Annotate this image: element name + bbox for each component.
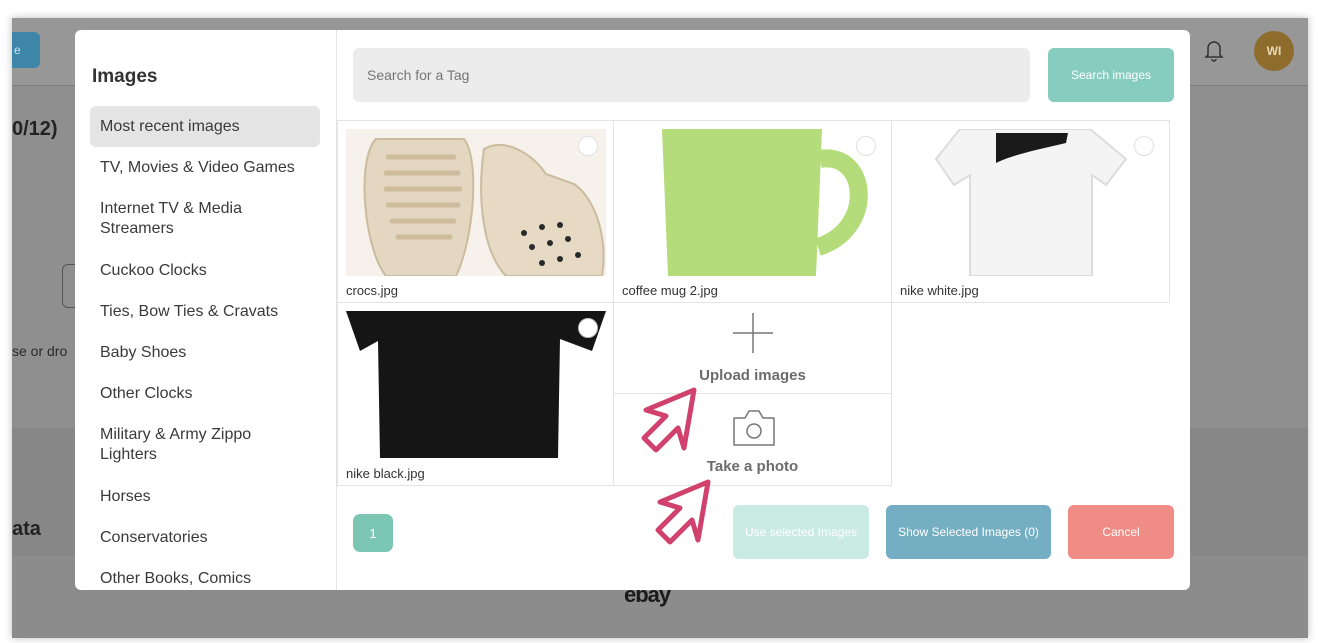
category-item-other-books[interactable]: Other Books, Comics — [90, 558, 320, 590]
category-item-most-recent[interactable]: Most recent images — [90, 106, 320, 147]
coffee-mug-image — [622, 129, 884, 276]
white-tshirt-image — [900, 129, 1162, 276]
image-picker-modal: Images Most recent images TV, Movies & V… — [75, 30, 1190, 590]
upload-images-label: Upload images — [699, 367, 806, 384]
image-filename: coffee mug 2.jpg — [622, 283, 718, 298]
black-tshirt-image — [346, 311, 606, 458]
bell-icon[interactable] — [1204, 38, 1224, 62]
select-checkbox[interactable] — [578, 136, 598, 156]
background-drop-text: se or dro — [12, 343, 68, 359]
category-item-conservatories[interactable]: Conservatories — [90, 517, 320, 558]
image-filename: crocs.jpg — [346, 283, 399, 298]
category-list: Most recent images TV, Movies & Video Ga… — [90, 106, 320, 590]
crocs-image — [346, 129, 606, 276]
category-item-ties[interactable]: Ties, Bow Ties & Cravats — [90, 291, 320, 332]
search-images-button[interactable]: Search images — [1048, 48, 1174, 102]
category-item-horses[interactable]: Horses — [90, 476, 320, 517]
avatar[interactable]: WI — [1254, 31, 1294, 71]
category-item-other-clocks[interactable]: Other Clocks — [90, 373, 320, 414]
image-tile-nike-white[interactable]: nike white.jpg — [891, 120, 1170, 303]
background-page-title: 0/12) — [12, 118, 58, 140]
background-data-heading: ata — [12, 518, 41, 540]
image-filename: nike black.jpg — [346, 466, 425, 481]
category-item-internet-tv[interactable]: Internet TV & Media Streamers — [90, 188, 320, 250]
upload-images-button[interactable]: Upload images — [613, 302, 892, 394]
category-item-military-zippo[interactable]: Military & Army Zippo Lighters — [90, 414, 320, 476]
cancel-button[interactable]: Cancel — [1068, 505, 1174, 559]
select-checkbox[interactable] — [856, 136, 876, 156]
take-photo-button[interactable]: Take a photo — [613, 393, 892, 486]
show-selected-images-button[interactable]: Show Selected Images (0) — [886, 505, 1051, 559]
use-selected-images-button[interactable]: Use selected Images — [733, 505, 869, 559]
select-checkbox[interactable] — [1134, 136, 1154, 156]
category-sidebar: Images Most recent images TV, Movies & V… — [75, 30, 337, 590]
take-photo-label: Take a photo — [706, 458, 799, 475]
background-top-button[interactable]: e — [12, 32, 40, 68]
camera-icon — [733, 410, 775, 446]
plus-icon — [733, 313, 773, 353]
image-tile-coffee-mug[interactable]: coffee mug 2.jpg — [613, 120, 892, 303]
category-item-tv-movies[interactable]: TV, Movies & Video Games — [90, 147, 320, 188]
tag-search-input[interactable] — [353, 48, 1030, 102]
pagination-page-1[interactable]: 1 — [353, 514, 393, 552]
select-checkbox[interactable] — [578, 318, 598, 338]
image-filename: nike white.jpg — [900, 283, 979, 298]
modal-heading: Images — [92, 66, 158, 87]
category-item-cuckoo-clocks[interactable]: Cuckoo Clocks — [90, 250, 320, 291]
image-tile-crocs[interactable]: crocs.jpg — [337, 120, 614, 303]
image-tile-nike-black[interactable]: nike black.jpg — [337, 302, 614, 486]
category-item-baby-shoes[interactable]: Baby Shoes — [90, 332, 320, 373]
image-browser-main: Search images crocs.jpg — [337, 30, 1190, 590]
